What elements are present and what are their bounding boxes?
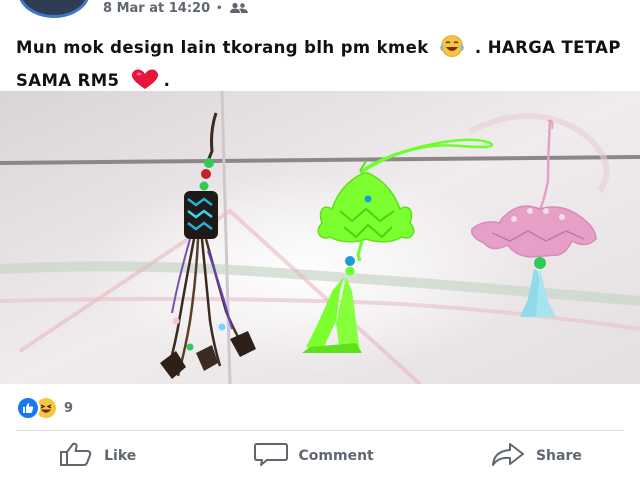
caption-end: . xyxy=(163,71,171,90)
like-button[interactable]: Like xyxy=(40,437,154,475)
share-arrow-icon xyxy=(490,441,526,471)
thumbs-up-icon xyxy=(58,441,94,471)
friends-icon xyxy=(229,2,249,14)
like-label: Like xyxy=(104,448,137,464)
reactions-summary[interactable]: 9 xyxy=(16,396,74,420)
tears-of-joy-emoji-icon xyxy=(439,34,465,67)
post-timestamp[interactable]: 8 Mar at 14:20 xyxy=(103,1,210,16)
action-divider xyxy=(16,430,624,431)
caption-text-1: Mun mok design lain tkorang blh pm kmek xyxy=(16,38,429,57)
post-meta: 8 Mar at 14:20 • xyxy=(103,0,249,16)
post-photo[interactable] xyxy=(0,91,640,384)
reaction-count: 9 xyxy=(64,400,74,416)
like-reaction-icon xyxy=(16,396,40,420)
comment-bubble-icon xyxy=(253,441,289,471)
meta-separator: • xyxy=(216,2,223,14)
comment-label: Comment xyxy=(298,448,374,464)
share-button[interactable]: Share xyxy=(472,437,600,475)
comment-button[interactable]: Comment xyxy=(235,437,392,475)
post-actions: Like Comment Share xyxy=(0,437,640,475)
share-label: Share xyxy=(535,448,582,464)
avatar[interactable] xyxy=(18,0,90,18)
